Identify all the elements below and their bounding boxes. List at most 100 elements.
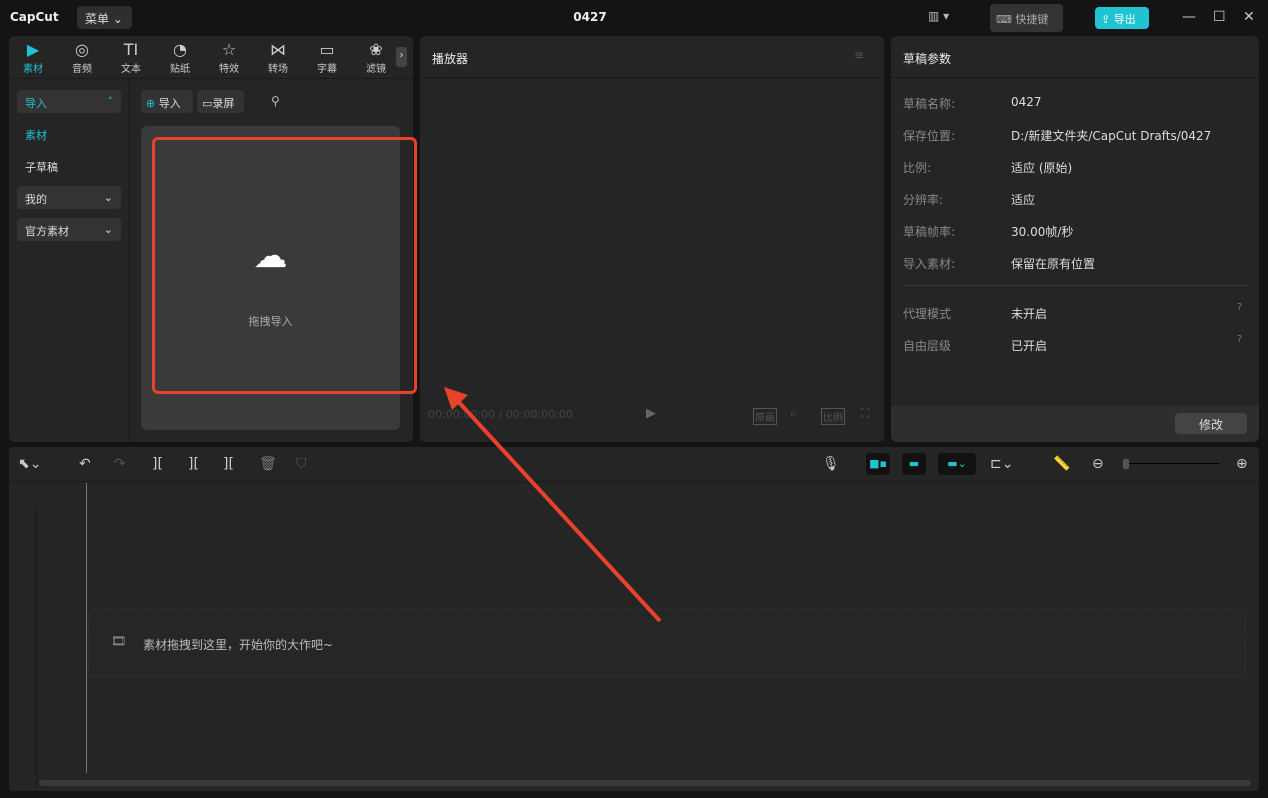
- timeline-hint: 素材拖拽到这里，开始你的大作吧~: [143, 638, 334, 652]
- tab-icon: ▶: [26, 40, 40, 59]
- tab-label: 素材: [23, 64, 43, 75]
- timeline-panel: 🎞 素材拖拽到这里，开始你的大作吧~: [9, 447, 1259, 791]
- play-icon[interactable]: ▶: [646, 406, 656, 421]
- menu-label: 菜单: [85, 12, 110, 26]
- chevron-down-icon: ⌄: [112, 12, 123, 26]
- sidebar-material[interactable]: 素材: [17, 122, 121, 145]
- export-button[interactable]: ⇪ 导出: [1095, 7, 1149, 29]
- tab-label: 贴纸: [170, 64, 190, 75]
- import-label: 导入: [158, 97, 181, 110]
- keyboard-icon: ⌨: [996, 13, 1012, 26]
- playhead[interactable]: [86, 483, 87, 773]
- ruler-icon[interactable]: 📏: [1053, 456, 1070, 472]
- camera-icon: ▭: [202, 97, 213, 110]
- undo-icon[interactable]: ↶: [79, 456, 91, 472]
- player-title: 播放器: [432, 52, 469, 66]
- draft-param-label: 导入素材:: [903, 257, 956, 271]
- shortcuts-label: 快捷键: [1015, 13, 1049, 26]
- tab-icon: ▭: [319, 40, 335, 59]
- sidebar-import[interactable]: 导入 ˄: [17, 90, 121, 113]
- chevron-up-icon: ˄: [107, 95, 114, 108]
- tab-icon: ◎: [75, 40, 89, 59]
- redo-icon[interactable]: ↷: [114, 456, 126, 472]
- draft-param-label: 保存位置:: [903, 129, 956, 143]
- select-tool-icon[interactable]: ⬉⌄: [18, 456, 41, 472]
- tab-7[interactable]: ❀ 滤镜: [356, 40, 396, 75]
- zoom-fit-icon[interactable]: ⌕: [790, 406, 797, 421]
- tab-label: 转场: [268, 64, 288, 75]
- title-bar: CapCut 菜单 ⌄ 0427 ▥ ▾ ⌨ 快捷键 ⇪ 导出 — ☐ ✕: [0, 0, 1268, 36]
- film-icon: 🎞: [111, 634, 127, 648]
- help-icon[interactable]: ?: [1237, 302, 1242, 313]
- draft-param-value: 0427: [1011, 95, 1042, 109]
- tab-label: 音频: [72, 64, 92, 75]
- main-track-magnet-icon[interactable]: ■▪: [866, 453, 890, 475]
- draft-param-value: 适应: [1011, 193, 1036, 207]
- layout-icon[interactable]: ▥ ▾: [928, 9, 949, 23]
- zoom-slider[interactable]: [1129, 463, 1219, 464]
- draft-param-value: 保留在原有位置: [1011, 257, 1096, 271]
- draft-param-label: 草稿帧率:: [903, 225, 956, 239]
- close-icon[interactable]: ✕: [1243, 9, 1255, 25]
- plus-circle-icon: ⊕: [146, 97, 156, 110]
- sidebar-subdraft[interactable]: 子草稿: [17, 154, 121, 177]
- shield-icon[interactable]: ⛉: [296, 456, 307, 472]
- help-icon[interactable]: ?: [1237, 334, 1242, 345]
- record-label: 录屏: [212, 97, 235, 110]
- tab-5[interactable]: ⋈ 转场: [258, 40, 298, 75]
- sidebar-mine[interactable]: 我的 ⌄: [17, 186, 121, 209]
- trim-right-icon[interactable]: ][: [223, 456, 234, 472]
- menu-dropdown[interactable]: 菜单 ⌄: [77, 6, 132, 29]
- zoom-in-icon[interactable]: ⊕: [1236, 456, 1248, 472]
- ratio-button[interactable]: 比例: [821, 408, 845, 425]
- sidebar-mine-label: 我的: [25, 193, 47, 206]
- main-track-drop-zone[interactable]: 🎞 素材拖拽到这里，开始你的大作吧~: [88, 609, 1246, 677]
- proxy-mode-label: 代理模式: [903, 307, 952, 321]
- tab-label: 字幕: [317, 64, 337, 75]
- player-timecode: 00:00:00:00 / 00:00:00:00: [428, 408, 573, 421]
- preview-axis-icon[interactable]: ⊏⌄: [990, 456, 1013, 472]
- zoom-out-icon[interactable]: ⊖: [1092, 456, 1104, 472]
- sidebar-official[interactable]: 官方素材 ⌄: [17, 218, 121, 241]
- modify-button[interactable]: 修改: [1175, 413, 1247, 434]
- microphone-icon[interactable]: 🎙: [822, 456, 840, 472]
- draft-title: 草稿参数: [903, 52, 952, 66]
- original-button[interactable]: 原画: [753, 408, 777, 425]
- tab-1[interactable]: ◎ 音频: [62, 40, 102, 75]
- project-title: 0427: [573, 10, 607, 24]
- draft-param-label: 分辨率:: [903, 193, 944, 207]
- proxy-mode-value: 未开启: [1011, 307, 1048, 321]
- menu-icon[interactable]: ≡: [854, 48, 864, 62]
- tab-label: 滤镜: [366, 64, 386, 75]
- tab-label: 文本: [121, 64, 141, 75]
- import-button[interactable]: ⊕ 导入: [141, 90, 193, 113]
- fullscreen-icon[interactable]: ⛶: [861, 406, 869, 421]
- search-icon[interactable]: ⚲: [271, 94, 280, 108]
- tab-icon: ❀: [369, 40, 383, 59]
- linkage-icon[interactable]: ▬⌄: [938, 453, 976, 475]
- tab-0[interactable]: ▶ 素材: [13, 40, 53, 75]
- zoom-slider-handle[interactable]: [1123, 459, 1129, 469]
- tab-6[interactable]: ▭ 字幕: [307, 40, 347, 75]
- tabs-scroll-right-icon[interactable]: ›: [396, 47, 407, 67]
- auto-snap-icon[interactable]: ▬: [902, 453, 926, 475]
- tab-4[interactable]: ☆ 特效: [209, 40, 249, 75]
- shortcuts-button[interactable]: ⌨ 快捷键: [990, 4, 1063, 32]
- horizontal-scrollbar[interactable]: [39, 780, 1251, 786]
- tab-3[interactable]: ◔ 贴纸: [160, 40, 200, 75]
- free-layer-label: 自由层级: [903, 339, 952, 353]
- draft-param-label: 比例:: [903, 161, 932, 175]
- delete-icon[interactable]: 🗑: [259, 456, 277, 472]
- tab-icon: ☆: [221, 40, 237, 59]
- player-panel: 播放器 ≡ 00:00:00:00 / 00:00:00:00 ▶ 原画 ⌕ 比…: [420, 36, 884, 442]
- tab-icon: ⋈: [270, 40, 286, 59]
- split-icon[interactable]: ][: [152, 456, 163, 472]
- tab-icon: ◔: [173, 40, 187, 59]
- minimize-icon[interactable]: —: [1182, 9, 1196, 25]
- tab-label: 特效: [219, 64, 239, 75]
- trim-left-icon[interactable]: ][: [188, 456, 199, 472]
- maximize-icon[interactable]: ☐: [1213, 9, 1226, 25]
- record-screen-button[interactable]: ▭录屏: [197, 90, 244, 113]
- tab-2[interactable]: TI 文本: [111, 40, 151, 75]
- draft-param-label: 草稿名称:: [903, 97, 956, 111]
